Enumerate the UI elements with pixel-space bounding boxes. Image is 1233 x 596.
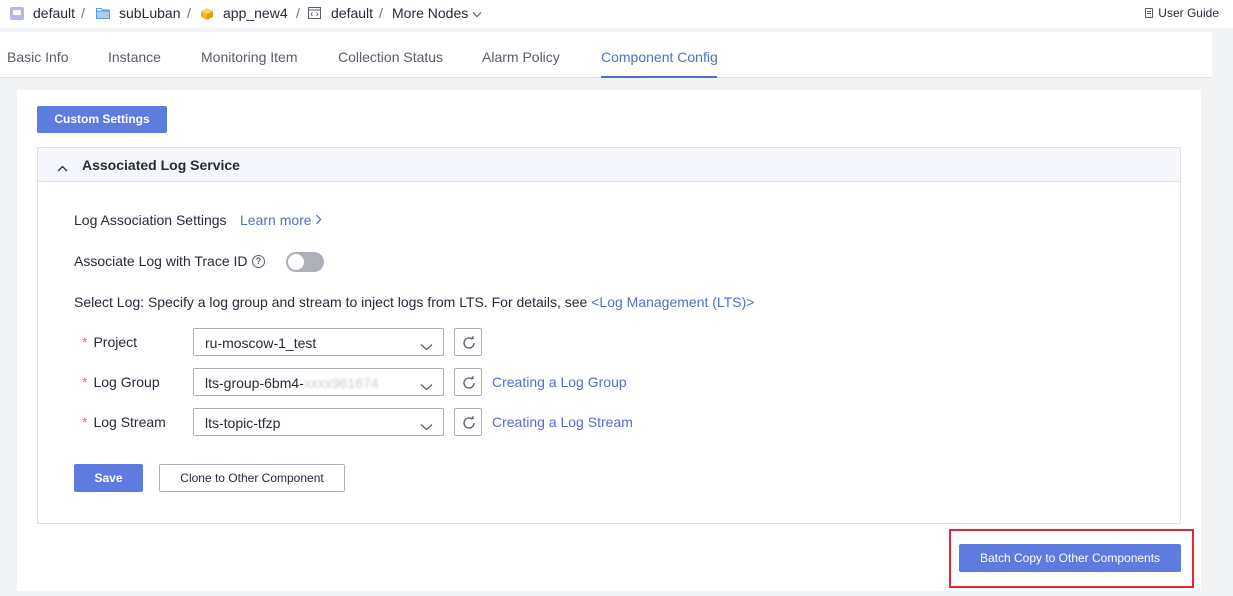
log-stream-value: lts-topic-tfzp <box>205 415 281 431</box>
highlight-annotation-box <box>949 529 1194 588</box>
project-select[interactable]: ru-moscow-1_test <box>193 328 444 356</box>
panel-header[interactable]: Associated Log Service <box>38 148 1180 182</box>
breadcrumb-separator: / <box>296 5 300 21</box>
breadcrumb: default / subLuban / app_new4 / default … <box>0 0 1233 28</box>
breadcrumb-item-environment[interactable]: default <box>308 5 373 21</box>
tab-basic-info[interactable]: Basic Info <box>7 49 68 65</box>
tab-bar: Basic Info Instance Monitoring Item Coll… <box>0 32 1212 78</box>
trace-id-toggle[interactable] <box>286 252 324 272</box>
log-stream-label: * Log Stream <box>82 414 166 430</box>
cube-icon <box>200 7 214 20</box>
select-log-description: Select Log: Specify a log group and stre… <box>74 294 755 310</box>
folder-icon <box>96 7 110 20</box>
breadcrumb-separator: / <box>81 5 85 21</box>
learn-more-link[interactable]: Learn more <box>240 212 322 228</box>
trace-id-label: Associate Log with Trace ID <box>74 253 248 269</box>
chevron-down-icon <box>420 338 433 354</box>
associated-log-service-panel: Associated Log Service Log Association S… <box>37 147 1181 524</box>
save-button[interactable]: Save <box>74 464 143 492</box>
lts-link[interactable]: <Log Management (LTS)> <box>591 294 754 310</box>
chevron-down-icon <box>420 378 433 394</box>
more-nodes-dropdown[interactable]: More Nodes <box>392 5 482 21</box>
required-mark: * <box>82 374 88 390</box>
help-icon[interactable]: ? <box>252 255 265 268</box>
log-stream-refresh-button[interactable] <box>454 408 482 436</box>
create-log-stream-link[interactable]: Creating a Log Stream <box>492 414 633 430</box>
breadcrumb-item-sub-app[interactable]: subLuban <box>96 5 181 21</box>
refresh-icon <box>463 416 475 429</box>
obscured-text: xxxx961674 <box>303 375 379 391</box>
user-guide-link[interactable]: User Guide <box>1145 6 1219 20</box>
project-label: * Project <box>82 334 138 350</box>
chevron-down-icon <box>472 5 482 21</box>
document-icon <box>1145 8 1154 18</box>
refresh-icon <box>463 336 475 349</box>
tab-instance[interactable]: Instance <box>108 49 161 65</box>
required-mark: * <box>82 414 88 430</box>
required-mark: * <box>82 334 88 350</box>
custom-settings-button[interactable]: Custom Settings <box>37 106 167 133</box>
tab-collection-status[interactable]: Collection Status <box>338 49 443 65</box>
log-group-select[interactable]: lts-group-6bm4-xxxx961674 <box>193 368 444 396</box>
log-group-value: lts-group-6bm4-xxxx961674 <box>205 375 379 391</box>
breadcrumb-separator: / <box>379 5 383 21</box>
application-icon <box>10 6 24 20</box>
panel-title: Associated Log Service <box>82 157 240 173</box>
log-group-refresh-button[interactable] <box>454 368 482 396</box>
log-stream-select[interactable]: lts-topic-tfzp <box>193 408 444 436</box>
refresh-icon <box>463 376 475 389</box>
tab-component-config[interactable]: Component Config <box>601 49 718 65</box>
clone-to-other-component-button[interactable]: Clone to Other Component <box>159 464 345 492</box>
project-refresh-button[interactable] <box>454 328 482 356</box>
tab-alarm-policy[interactable]: Alarm Policy <box>482 49 560 65</box>
log-group-label: * Log Group <box>82 374 160 390</box>
breadcrumb-item-application[interactable]: default <box>10 5 75 21</box>
project-value: ru-moscow-1_test <box>205 335 317 351</box>
breadcrumb-item-component[interactable]: app_new4 <box>200 5 288 21</box>
component-config-card: Custom Settings Associated Log Service L… <box>17 90 1201 591</box>
tab-monitoring-item[interactable]: Monitoring Item <box>201 49 297 65</box>
create-log-group-link[interactable]: Creating a Log Group <box>492 374 627 390</box>
toggle-knob <box>288 254 304 270</box>
code-window-icon <box>308 6 322 20</box>
log-association-settings-label: Log Association Settings <box>74 212 227 228</box>
chevron-down-icon <box>420 418 433 434</box>
chevron-up-icon[interactable] <box>57 159 68 175</box>
chevron-right-icon <box>315 212 322 228</box>
breadcrumb-separator: / <box>187 5 191 21</box>
active-tab-indicator <box>601 76 717 78</box>
